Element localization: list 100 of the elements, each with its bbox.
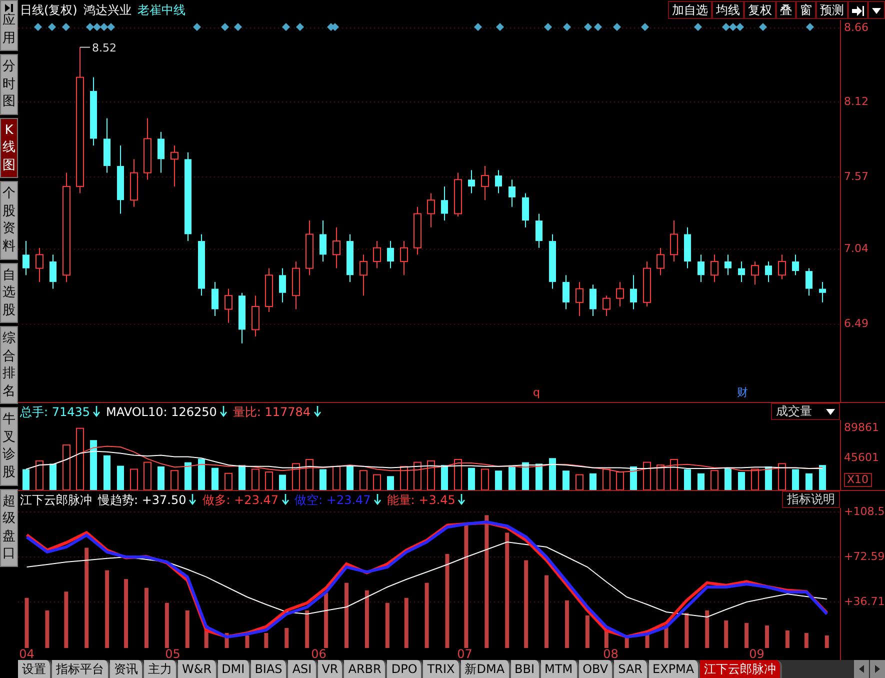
candle xyxy=(50,254,56,290)
down-arrow-icon xyxy=(282,494,289,505)
scroll-button[interactable] xyxy=(870,660,885,678)
indicator-title: 江下云郎脉冲 xyxy=(20,492,92,508)
stat-reading: 慢趋势: +37.50 xyxy=(98,492,186,508)
candle xyxy=(198,234,205,296)
candle xyxy=(778,254,786,280)
candle xyxy=(590,284,596,317)
stock-name: 鸿达兴业 xyxy=(83,2,132,19)
bar xyxy=(804,632,808,648)
axis-label: 45601 xyxy=(844,452,879,464)
toolbar-button[interactable]: 窗 xyxy=(796,1,816,19)
candle xyxy=(656,247,664,276)
indicator-tab[interactable]: SAR xyxy=(614,660,649,678)
indicator-tab[interactable]: 江下云郎脉冲 xyxy=(700,660,782,678)
candle xyxy=(806,268,812,296)
down-arrow-icon xyxy=(374,494,381,505)
toolbar-button[interactable]: 均线 xyxy=(712,1,744,19)
indicator-tab[interactable]: TRIX xyxy=(423,660,461,678)
candle xyxy=(765,260,772,282)
indicator-tab[interactable]: 指标平台 xyxy=(52,660,110,678)
date-label: 07 xyxy=(457,647,472,660)
toolbar-button[interactable]: 加自选 xyxy=(668,1,712,19)
indicator-tab[interactable]: 新DMA xyxy=(460,660,511,678)
sidebar-tab[interactable]: 应用 xyxy=(0,0,18,52)
indicator-tab[interactable]: BIAS xyxy=(250,660,288,678)
bar xyxy=(344,582,349,648)
menu-button[interactable] xyxy=(868,1,885,19)
candle xyxy=(819,281,826,303)
axis-label: 6.49 xyxy=(844,318,868,330)
bar xyxy=(245,635,250,648)
candle xyxy=(265,268,273,312)
sidebar-tab[interactable]: 超级盘口 xyxy=(0,488,18,567)
period-label: 日线(复权) xyxy=(20,2,78,19)
sidebar-tab[interactable]: 个股资料 xyxy=(0,181,18,260)
axis-label: 7.57 xyxy=(844,170,868,183)
down-arrow-icon xyxy=(314,406,321,417)
caret-icon xyxy=(826,408,835,414)
candle xyxy=(279,268,286,303)
indicator-tab[interactable]: DMI xyxy=(218,660,251,678)
exit-icon xyxy=(852,6,864,16)
toolbar-button[interactable]: 叠 xyxy=(776,1,796,19)
indicator-tab[interactable]: OBV xyxy=(578,660,614,678)
bar xyxy=(824,635,829,648)
sidebar-tab[interactable]: K线图 xyxy=(0,118,18,178)
sidebar-tab[interactable]: 分时图 xyxy=(0,54,18,115)
candle xyxy=(212,281,218,317)
bar xyxy=(785,630,790,648)
axis-label: 8.66 xyxy=(844,22,868,34)
exit-button[interactable] xyxy=(848,1,868,19)
candle xyxy=(144,118,152,180)
indicator-tab[interactable]: ASI xyxy=(288,660,318,678)
candle xyxy=(536,213,542,248)
sidebar-tab[interactable]: 综合排名 xyxy=(0,326,18,404)
event-mark: 财 xyxy=(737,386,748,399)
candle xyxy=(36,247,44,282)
toolbar-button[interactable]: 复权 xyxy=(744,1,776,19)
down-arrow-icon xyxy=(93,406,100,417)
indicator-tab[interactable]: EXPMA xyxy=(648,660,700,678)
candle xyxy=(320,220,326,262)
bar xyxy=(524,560,528,648)
indicator-tab[interactable]: MTM xyxy=(540,660,579,678)
down-arrow-icon xyxy=(220,406,227,417)
indicator-tab[interactable]: DPO xyxy=(387,660,424,678)
stat-value: 总手: 71435 xyxy=(20,404,90,420)
candle xyxy=(670,220,678,262)
help-button[interactable]: 指标说明 xyxy=(782,491,840,508)
bar xyxy=(385,602,390,648)
bar xyxy=(144,588,148,648)
indicator-dropdown[interactable]: 成交量 xyxy=(771,403,840,420)
indicator-tab[interactable]: 主力 xyxy=(144,660,178,678)
scroll-left-icon xyxy=(857,664,866,674)
indicator-tab[interactable]: ARBR xyxy=(344,660,388,678)
axis-label: 7.04 xyxy=(844,243,868,256)
candle xyxy=(481,165,489,201)
indicator-tab[interactable]: W&R xyxy=(178,660,218,678)
indicator-tab[interactable]: BBI xyxy=(510,660,541,678)
bar xyxy=(564,600,569,648)
candle xyxy=(710,254,718,282)
candle xyxy=(751,260,759,286)
candle xyxy=(306,220,314,276)
candle xyxy=(117,145,124,214)
scroll-button[interactable] xyxy=(854,660,869,678)
stat-reading: 做空: +23.47 xyxy=(294,492,371,508)
candle xyxy=(454,172,462,217)
toolbar-button[interactable]: 预测 xyxy=(816,1,848,19)
bar xyxy=(264,632,268,648)
indicator-tab[interactable]: 资讯 xyxy=(110,660,144,678)
candle xyxy=(602,295,610,317)
bar xyxy=(64,592,68,648)
candle xyxy=(508,179,516,208)
axis-label: 8.12 xyxy=(844,96,868,108)
indicator-name: 老崔中线 xyxy=(137,2,186,19)
bar xyxy=(124,579,128,648)
sidebar-tab[interactable]: 自选股 xyxy=(0,262,18,324)
event-mark: q xyxy=(533,386,540,399)
indicator-tab[interactable]: 设置 xyxy=(18,660,52,678)
candle xyxy=(792,254,799,276)
sidebar-tab[interactable]: 牛叉诊股 xyxy=(0,407,18,486)
indicator-tab[interactable]: VR xyxy=(318,660,344,678)
